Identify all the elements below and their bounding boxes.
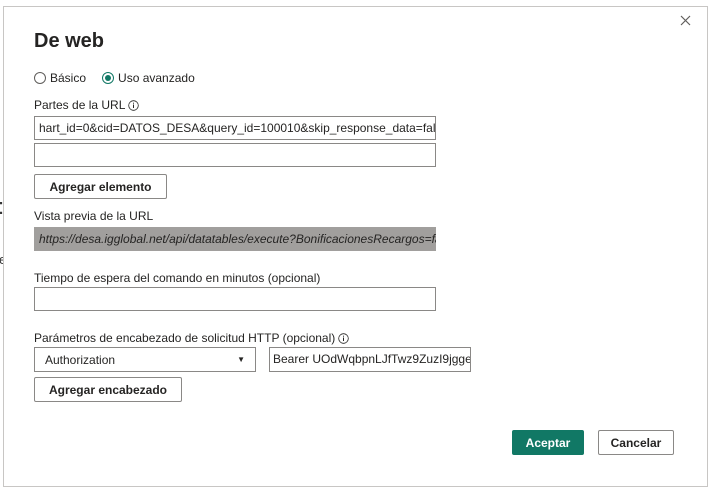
- dialog-title: De web: [34, 30, 105, 52]
- url-parts-label-text: Partes de la URL: [34, 98, 126, 112]
- chevron-down-icon: ▼: [237, 355, 245, 364]
- header-value-input[interactable]: Bearer UOdWqbpnLJfTwz9ZuzI9jggek: [269, 347, 471, 372]
- radio-advanced[interactable]: Uso avanzado: [102, 71, 195, 85]
- close-icon: [680, 15, 691, 26]
- timeout-input[interactable]: [34, 287, 436, 311]
- add-element-button[interactable]: Agregar elemento: [34, 174, 167, 199]
- url-parts-label: Partes de la URL: [34, 98, 140, 112]
- url-part-input-2[interactable]: [34, 143, 436, 167]
- url-preview-label: Vista previa de la URL: [34, 209, 154, 223]
- mode-radio-group: Básico Uso avanzado: [34, 71, 211, 85]
- add-header-button[interactable]: Agregar encabezado: [34, 377, 182, 402]
- radio-unchecked-icon: [34, 72, 46, 84]
- timeout-label: Tiempo de espera del comando en minutos …: [34, 271, 321, 285]
- radio-basic[interactable]: Básico: [34, 71, 86, 85]
- radio-checked-icon: [102, 72, 115, 84]
- close-button[interactable]: [677, 12, 695, 30]
- info-icon[interactable]: [128, 99, 140, 111]
- radio-basic-label: Básico: [50, 71, 87, 85]
- accept-button[interactable]: Aceptar: [512, 430, 584, 455]
- cancel-button[interactable]: Cancelar: [598, 430, 674, 455]
- http-headers-label-text: Parámetros de encabezado de solicitud HT…: [34, 331, 336, 345]
- http-headers-label: Parámetros de encabezado de solicitud HT…: [34, 331, 349, 345]
- radio-advanced-label: Uso avanzado: [118, 71, 195, 85]
- header-name-value: Authorization: [45, 352, 116, 367]
- url-preview-field: https://desa.igglobal.net/api/datatables…: [34, 227, 436, 251]
- url-part-input-1[interactable]: hart_id=0&cid=DATOS_DESA&query_id=100010…: [34, 116, 436, 140]
- info-icon[interactable]: [338, 332, 349, 344]
- header-name-dropdown[interactable]: Authorization ▼: [34, 347, 256, 372]
